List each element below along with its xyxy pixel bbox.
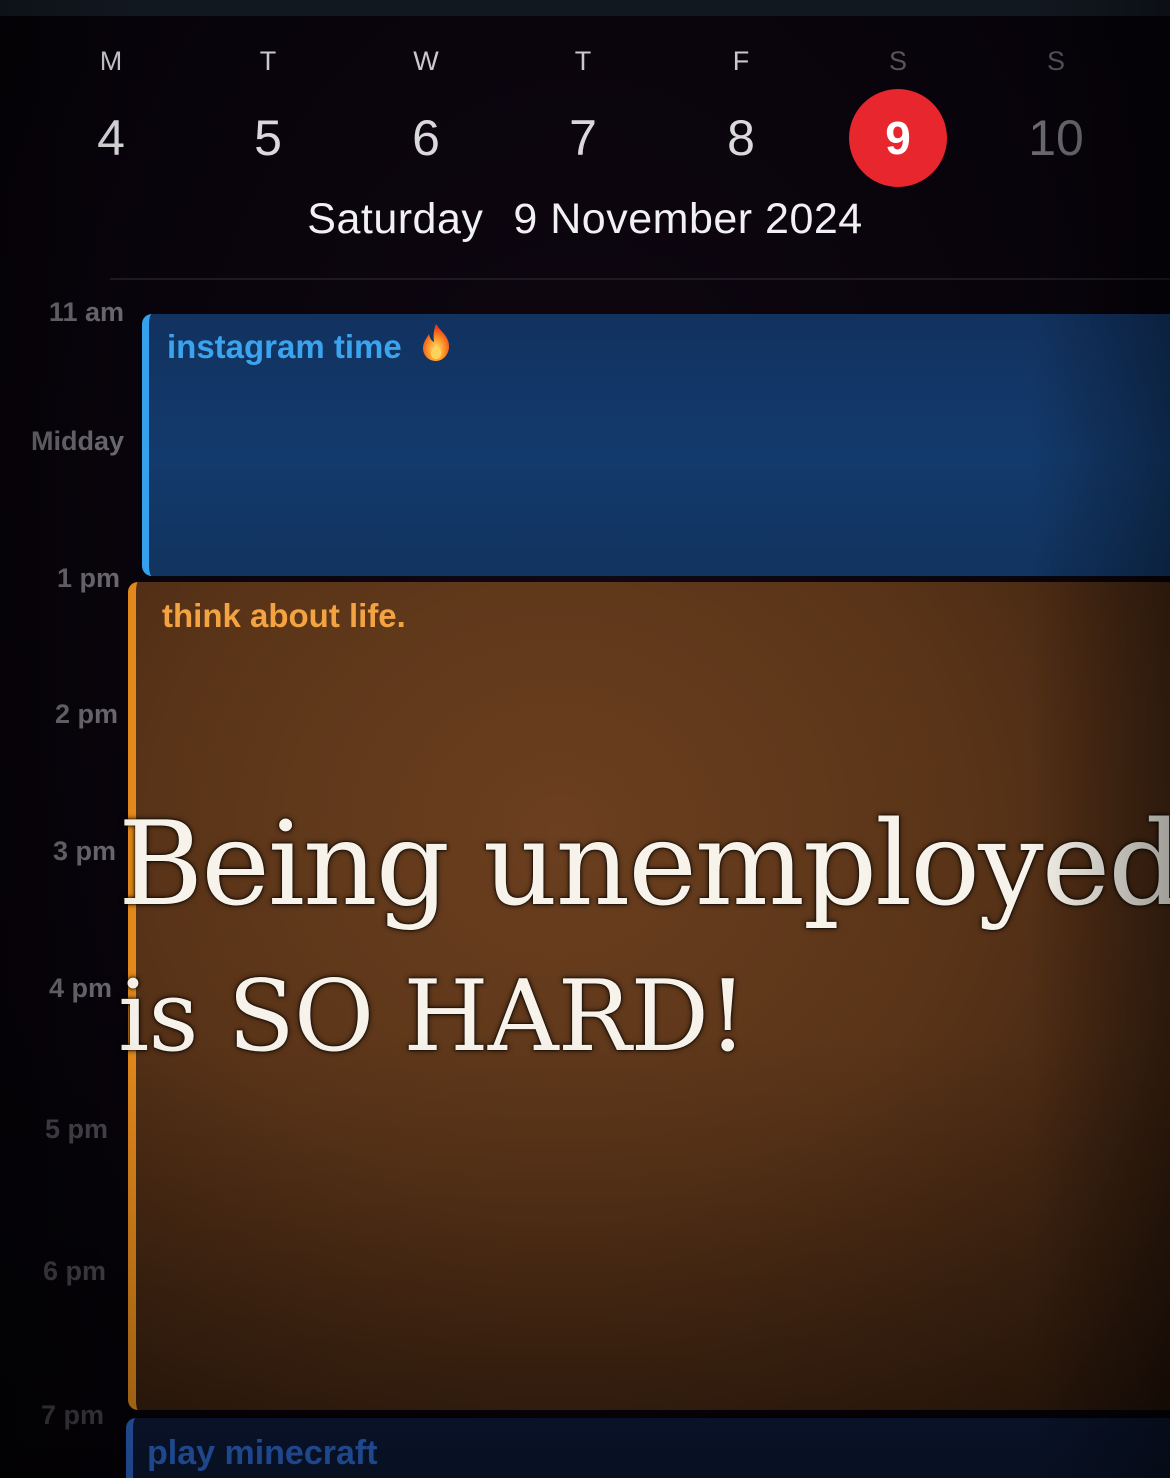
time-label-5pm: 5 pm — [44, 1114, 108, 1144]
time-label-3pm: 3 pm — [52, 836, 116, 866]
day-friday[interactable]: F 8 — [686, 40, 796, 200]
day-letter: T — [259, 46, 277, 76]
day-tuesday[interactable]: T 5 — [213, 40, 323, 200]
week-strip: M 4 T 5 W 6 T 7 F 8 S 9 S 10 — [0, 40, 1170, 200]
time-label-6pm: 6 pm — [42, 1256, 106, 1286]
day-number: 10 — [1028, 110, 1084, 166]
selected-day-number: 9 — [849, 89, 947, 187]
day-letter: T — [574, 46, 592, 76]
event-title-text: instagram time — [167, 328, 402, 365]
event-title: think about life. — [162, 597, 406, 634]
date-weekday: Saturday — [307, 195, 484, 243]
day-letter: S — [1046, 46, 1065, 76]
time-label-2pm: 2 pm — [54, 699, 118, 729]
event-play-minecraft[interactable]: play minecraft — [126, 1418, 1170, 1478]
date-full: 9 November 2024 — [513, 195, 863, 243]
day-monday[interactable]: M 4 — [56, 40, 166, 200]
day-saturday-selected[interactable]: S 9 — [843, 40, 953, 200]
time-label-11am: 11 am — [48, 297, 124, 327]
time-label-4pm: 4 pm — [48, 973, 112, 1003]
event-think-about-life[interactable]: think about life. — [128, 582, 1170, 1410]
calendar-screen: M 4 T 5 W 6 T 7 F 8 S 9 S 10 Saturday 9 N… — [0, 0, 1170, 1478]
event-title: play minecraft — [147, 1434, 378, 1472]
day-sunday[interactable]: S 10 — [1001, 40, 1111, 200]
day-letter: M — [99, 46, 123, 76]
event-instagram-time[interactable]: instagram time — [142, 314, 1170, 576]
day-number: 6 — [412, 110, 440, 166]
day-letter: F — [732, 46, 750, 76]
time-label-midday: Midday — [30, 426, 124, 456]
day-number: 7 — [569, 110, 597, 166]
day-thursday[interactable]: T 7 — [528, 40, 638, 200]
time-label-1pm: 1 pm — [56, 563, 120, 593]
day-number: 4 — [97, 110, 125, 166]
day-number: 5 — [254, 110, 282, 166]
header-divider — [110, 278, 1170, 280]
day-letter: W — [413, 46, 439, 76]
day-number: 8 — [727, 110, 755, 166]
selected-date-label: Saturday 9 November 2024 — [0, 195, 1170, 244]
day-letter: S — [888, 46, 907, 76]
event-title: instagram time — [167, 324, 453, 370]
status-bar-strip — [0, 0, 1170, 16]
time-label-7pm: 7 pm — [40, 1400, 104, 1430]
fire-emoji-icon — [419, 322, 453, 370]
day-wednesday[interactable]: W 6 — [371, 40, 481, 200]
